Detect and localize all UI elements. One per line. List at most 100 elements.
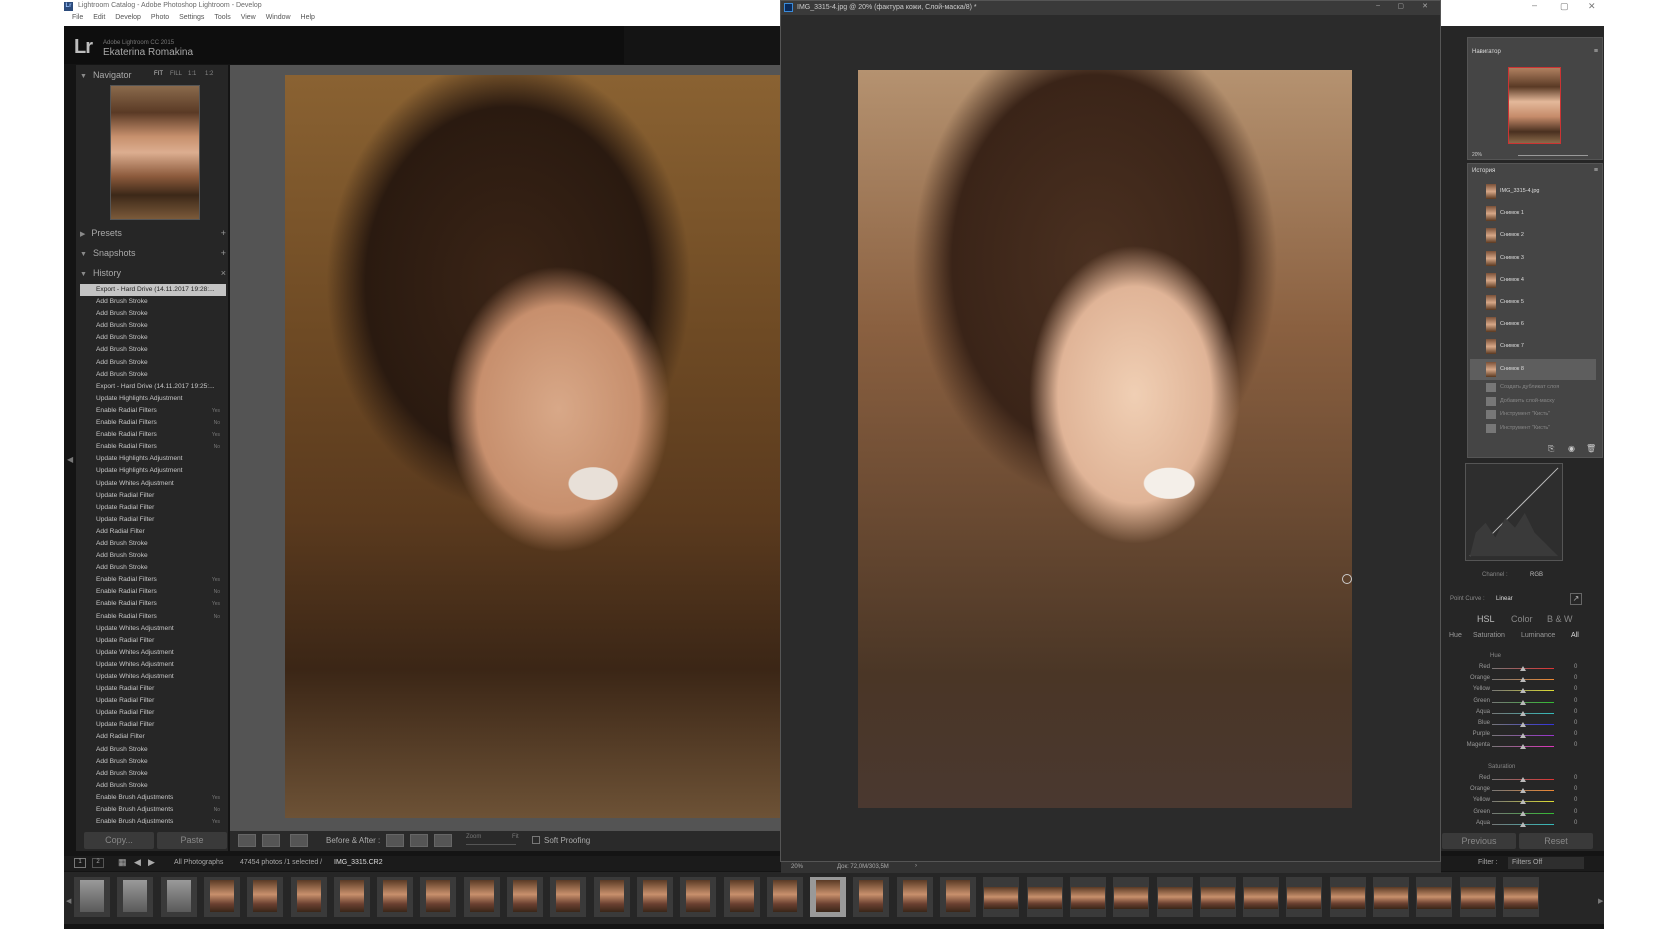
soft-proofing-checkbox[interactable]	[532, 836, 540, 844]
collapse-left-icon[interactable]: ◀	[67, 455, 73, 464]
history-header[interactable]: ▼ History ×	[80, 268, 228, 284]
history-item[interactable]: Update Radial Filter	[80, 683, 226, 695]
filmstrip-thumbnail[interactable]	[1502, 877, 1539, 917]
history-item[interactable]: Add Brush Stroke	[80, 550, 226, 562]
history-item[interactable]: Update Whites Adjustment	[80, 647, 226, 659]
filmstrip-thumbnail[interactable]	[420, 877, 457, 917]
subtab-hue[interactable]: Hue	[1449, 632, 1462, 639]
ps-navigator-preview[interactable]	[1508, 67, 1561, 144]
ps-history-menu-icon[interactable]: ≡	[1594, 167, 1598, 174]
hsl-slider-knob[interactable]	[1520, 821, 1526, 827]
filmstrip-thumbnail[interactable]	[1199, 877, 1236, 917]
history-item[interactable]: Update Radial Filter	[80, 635, 226, 647]
lightroom-photo-preview[interactable]	[285, 75, 782, 818]
filmstrip-thumbnail[interactable]	[1069, 877, 1106, 917]
menu-window[interactable]: Window	[266, 14, 291, 21]
zoom-fill[interactable]: FILL	[170, 71, 182, 77]
zoom-slider[interactable]	[466, 844, 516, 845]
ps-history-item[interactable]: Снимок 8	[1470, 358, 1596, 380]
history-item[interactable]: Add Brush Stroke	[80, 369, 226, 381]
back-arrow-icon[interactable]: ◀	[134, 857, 141, 868]
filmstrip-right-icon[interactable]: ▶	[1598, 897, 1603, 905]
hsl-slider-value[interactable]: 0	[1574, 731, 1577, 737]
menu-file[interactable]: File	[72, 14, 83, 21]
menu-help[interactable]: Help	[301, 14, 315, 21]
compare-view-icon[interactable]	[262, 834, 280, 847]
history-item[interactable]: Add Brush Stroke	[80, 562, 226, 574]
history-item[interactable]: Enable Brush Adjustments Yes	[80, 792, 226, 804]
hsl-slider-value[interactable]: 0	[1574, 686, 1577, 692]
history-item[interactable]: Enable Radial Filters Yes	[80, 598, 226, 610]
ps-navigator-title[interactable]: Навигатор	[1472, 49, 1501, 55]
hsl-slider-knob[interactable]	[1520, 722, 1526, 727]
close-icon[interactable]: ✕	[1588, 1, 1596, 12]
photoshop-titlebar[interactable]: IMG_3315-4.jpg @ 20% (фактура кожи, Слой…	[781, 1, 1440, 15]
reset-button[interactable]: Reset	[1519, 833, 1593, 849]
ps-trash-icon[interactable]: 🗑	[1586, 444, 1596, 453]
edit-curve-icon[interactable]: ↗	[1570, 593, 1582, 605]
hsl-slider-value[interactable]: 0	[1574, 786, 1577, 792]
filmstrip-thumbnail[interactable]	[247, 877, 284, 917]
history-item[interactable]: Enable Radial Filters No	[80, 417, 226, 429]
ps-history-item[interactable]: Снимок 5	[1470, 292, 1596, 313]
filmstrip-thumbnail[interactable]	[636, 877, 673, 917]
tab-hsl[interactable]: HSL	[1477, 614, 1495, 624]
filmstrip-thumbnail[interactable]	[896, 877, 933, 917]
filmstrip-thumbnail[interactable]	[1113, 877, 1150, 917]
point-curve-dropdown[interactable]: Linear	[1496, 596, 1513, 602]
filmstrip-thumbnail[interactable]	[1243, 877, 1280, 917]
history-item[interactable]: Update Radial Filter	[80, 719, 226, 731]
history-item[interactable]: Add Brush Stroke	[80, 780, 226, 792]
screen-1-icon[interactable]: 1	[74, 858, 86, 868]
history-item[interactable]: Update Radial Filter	[80, 707, 226, 719]
history-item[interactable]: Update Whites Adjustment	[80, 623, 226, 635]
history-item[interactable]: Add Brush Stroke	[80, 332, 226, 344]
hsl-slider-value[interactable]: 0	[1574, 809, 1577, 815]
menu-develop[interactable]: Develop	[115, 14, 141, 21]
snapshots-header[interactable]: ▼ Snapshots +	[80, 248, 228, 264]
history-item[interactable]: Add Brush Stroke	[80, 308, 226, 320]
history-item[interactable]: Enable Radial Filters Yes	[80, 574, 226, 586]
grid-icon[interactable]: ▦	[118, 857, 127, 868]
ps-history-item[interactable]: Снимок 2	[1470, 225, 1596, 246]
hsl-slider-knob[interactable]	[1520, 688, 1526, 694]
ps-history-item[interactable]: Инструмент "Кисть"	[1470, 408, 1596, 421]
add-snapshot-icon[interactable]: +	[221, 248, 226, 258]
ps-history-item[interactable]: Снимок 7	[1470, 336, 1596, 357]
filmstrip-thumbnail[interactable]	[1026, 877, 1063, 917]
photoshop-canvas-image[interactable]	[858, 70, 1352, 808]
history-item[interactable]: Enable Radial Filters Yes	[80, 429, 226, 441]
minimize-icon[interactable]: –	[1532, 0, 1537, 10]
ps-camera-icon[interactable]: ◉	[1568, 444, 1575, 453]
ps-nav-zoom-value[interactable]: 20%	[1472, 152, 1482, 158]
ps-panel-menu-icon[interactable]: ≡	[1594, 48, 1598, 55]
hsl-slider-value[interactable]: 0	[1574, 709, 1577, 715]
navigator-header[interactable]: ▼ Navigator FIT FILL 1:1 1:2	[80, 70, 228, 86]
hsl-slider-value[interactable]: 0	[1574, 742, 1577, 748]
curve-channel-dropdown[interactable]: RGB	[1530, 572, 1543, 578]
ps-history-item[interactable]: Снимок 4	[1470, 270, 1596, 291]
ps-history-item[interactable]: Инструмент "Кисть"	[1470, 422, 1596, 435]
subtab-saturation[interactable]: Saturation	[1473, 632, 1505, 639]
hsl-slider-knob[interactable]	[1520, 788, 1526, 794]
before-after-view-icon[interactable]	[290, 834, 308, 847]
hsl-slider-knob[interactable]	[1520, 677, 1526, 683]
ps-history-item[interactable]: Добавить слой-маску	[1470, 395, 1596, 408]
hsl-slider-knob[interactable]	[1520, 733, 1526, 739]
previous-button[interactable]: Previous	[1442, 833, 1516, 849]
subtab-all[interactable]: All	[1571, 632, 1579, 639]
filter-dropdown[interactable]: Filters Off	[1508, 857, 1584, 869]
zoom-1-1[interactable]: 1:1	[188, 71, 196, 77]
menu-view[interactable]: View	[241, 14, 256, 21]
hsl-slider-knob[interactable]	[1520, 699, 1526, 705]
history-item[interactable]: Add Brush Stroke	[80, 296, 226, 308]
history-item[interactable]: Update Radial Filter	[80, 502, 226, 514]
filmstrip-thumbnail[interactable]	[810, 877, 847, 917]
filmstrip-thumbnail[interactable]	[853, 877, 890, 917]
filmstrip-thumbnail[interactable]	[160, 877, 197, 917]
swap-icon[interactable]	[434, 834, 452, 847]
history-item[interactable]: Export - Hard Drive (14.11.2017 19:25:..…	[80, 381, 226, 393]
menu-photo[interactable]: Photo	[151, 14, 169, 21]
hsl-slider-knob[interactable]	[1520, 666, 1526, 671]
filmstrip-thumbnail[interactable]	[1416, 877, 1453, 917]
